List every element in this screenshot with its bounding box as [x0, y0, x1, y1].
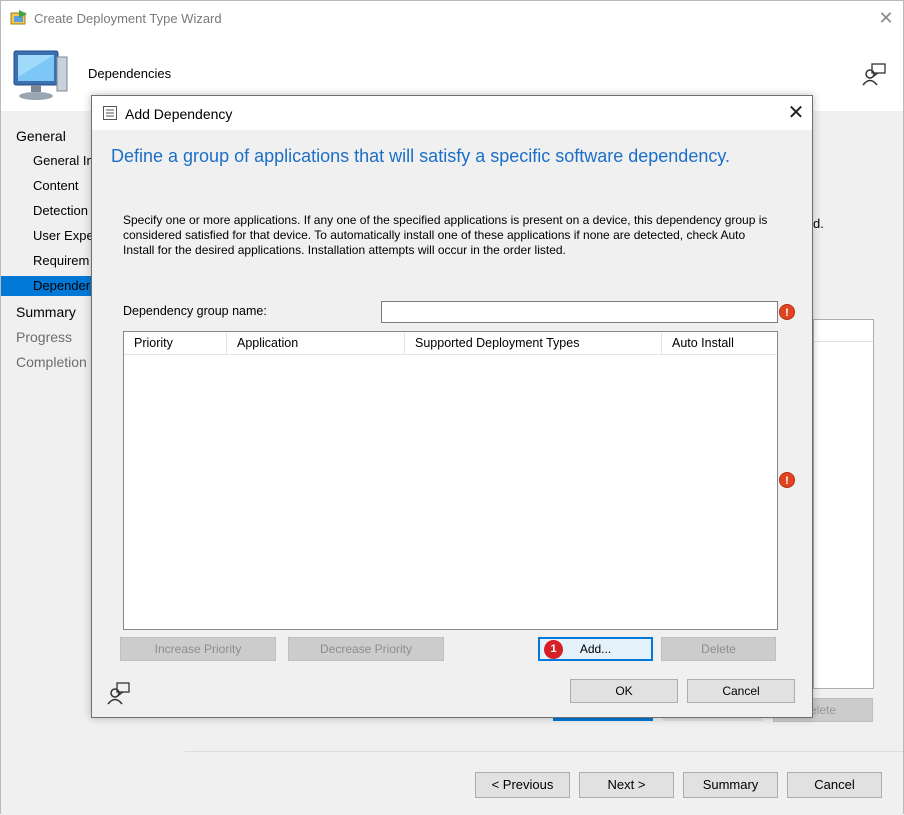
wizard-close-icon[interactable]: ✕	[873, 6, 899, 30]
increase-priority-button[interactable]: Increase Priority	[120, 637, 276, 661]
nav-item-completion: Completion	[16, 354, 87, 370]
help-person-icon[interactable]	[861, 61, 887, 87]
wizard-cancel-button[interactable]: Cancel	[787, 772, 882, 798]
nav-item-summary: Summary	[16, 304, 76, 320]
background-text-fragment: d.	[813, 216, 824, 231]
background-dependency-list[interactable]	[813, 319, 874, 689]
column-header-deployment-types[interactable]: Supported Deployment Types	[405, 332, 662, 355]
callout-badge: 1	[544, 640, 563, 659]
help-person-icon[interactable]	[107, 681, 131, 705]
delete-button[interactable]: Delete	[661, 637, 776, 661]
decrease-priority-button[interactable]: Decrease Priority	[288, 637, 444, 661]
table-header: Priority Application Supported Deploymen…	[124, 332, 777, 355]
dialog-heading: Define a group of applications that will…	[111, 146, 731, 166]
nav-item-general-in: General In	[33, 153, 94, 168]
dialog-titlebar: Add Dependency ✕	[92, 96, 812, 130]
wizard-titlebar: Create Deployment Type Wizard ✕	[1, 1, 903, 35]
group-name-input[interactable]	[381, 301, 778, 323]
summary-button[interactable]: Summary	[683, 772, 778, 798]
add-dependency-dialog: Add Dependency ✕ Define a group of appli…	[91, 95, 813, 718]
nav-item-general: General	[16, 128, 66, 144]
add-button-label: Add...	[579, 642, 612, 656]
column-header-auto-install[interactable]: Auto Install	[662, 332, 777, 355]
computer-monitor-icon	[13, 50, 68, 100]
column-header-application[interactable]: Application	[227, 332, 405, 355]
nav-item-user-expe: User Expe	[33, 228, 94, 243]
nav-item-content: Content	[33, 178, 79, 193]
nav-item-requirem: Requirem	[33, 253, 90, 268]
nav-item-progress: Progress	[16, 329, 73, 345]
dialog-form-icon	[103, 106, 117, 120]
column-header-priority[interactable]: Priority	[124, 332, 227, 355]
wizard-page-title: Dependencies	[88, 66, 172, 81]
background-list-header	[814, 320, 873, 342]
group-name-label: Dependency group name:	[123, 304, 267, 318]
previous-button[interactable]: < Previous	[475, 772, 570, 798]
error-icon: !	[779, 304, 795, 320]
dialog-title: Add Dependency	[125, 106, 233, 122]
dialog-close-icon[interactable]: ✕	[782, 100, 810, 126]
dialog-cancel-button[interactable]: Cancel	[687, 679, 795, 703]
error-icon: !	[779, 472, 795, 488]
applications-table[interactable]: Priority Application Supported Deploymen…	[123, 331, 778, 630]
wizard-app-icon	[10, 10, 27, 25]
nav-item-detection: Detection	[33, 203, 88, 218]
nav-item-depender: Depender	[33, 278, 91, 293]
next-button[interactable]: Next >	[579, 772, 674, 798]
ok-button[interactable]: OK	[570, 679, 678, 703]
dialog-description: Specify one or more applications. If any…	[123, 213, 768, 257]
wizard-title: Create Deployment Type Wizard	[34, 11, 222, 26]
add-button[interactable]: 1 Add...	[538, 637, 653, 661]
